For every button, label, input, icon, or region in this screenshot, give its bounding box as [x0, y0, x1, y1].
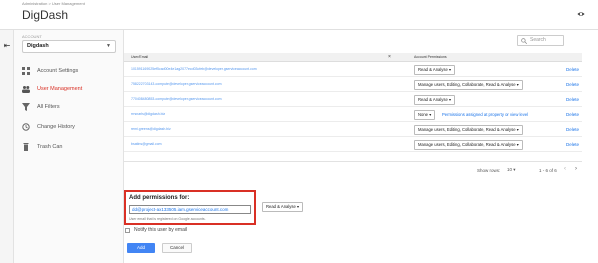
account-select[interactable]: Digdash ▼ [22, 40, 116, 53]
permission-value: None [418, 112, 429, 117]
sidebar-item-label: All Filters [37, 104, 60, 110]
history-icon [22, 123, 30, 131]
pagination-bar: Show rows: 10 ▾ 1 - 6 of 6 ‹ › [124, 161, 582, 178]
chevron-down-icon: ▾ [516, 142, 519, 147]
permission-value: Read & Analyse [266, 204, 296, 209]
user-email[interactable]: bsatins@gmail.com [131, 137, 162, 152]
sidebar: ACCOUNT Digdash ▼ Account Settings User … [14, 30, 124, 263]
cancel-button[interactable]: Cancel [162, 243, 192, 253]
sidebar-item-trash-can[interactable]: Trash Can [22, 140, 122, 154]
column-header-permissions: Account Permissions [414, 55, 447, 59]
permission-value: Read & Analyse [418, 97, 448, 102]
email-field[interactable]: dd@project-ax133505.iam.gserviceaccount.… [129, 205, 251, 214]
prev-page-icon[interactable]: ‹ [564, 166, 566, 172]
permission-value: Manage users, Editing, Collaborate, Read… [418, 142, 516, 147]
table-row: 758222703143-compute@developer.gservicea… [124, 77, 582, 92]
account-label: ACCOUNT [22, 34, 42, 39]
user-email[interactable]: 770408480853-compute@developer.gservicea… [131, 92, 222, 107]
delete-link[interactable]: Delete [566, 92, 579, 107]
page-range: 1 - 6 of 6 [539, 168, 557, 173]
user-email[interactable]: rrrsnarls@digdash.biz [131, 107, 165, 122]
filter-icon [22, 103, 30, 111]
delete-link[interactable]: Delete [566, 137, 579, 152]
notify-label: Notify this user by email [134, 227, 188, 233]
permission-dropdown[interactable]: Read & Analyse ▾ [414, 65, 456, 75]
sidebar-item-label: Trash Can [37, 144, 63, 150]
permission-dropdown[interactable]: Manage users, Editing, Collaborate, Read… [414, 80, 523, 90]
delete-link[interactable]: Delete [566, 62, 579, 77]
sidebar-item-label: User Management [37, 86, 83, 92]
email-hint: User email that is registered on Google … [129, 217, 206, 221]
rows-per-page-value: 10 [507, 167, 513, 172]
permission-value: Manage users, Editing, Collaborate, Read… [418, 127, 516, 132]
table-row: 770408480853-compute@developer.gservicea… [124, 92, 582, 107]
left-strip [0, 30, 14, 263]
permission-dropdown[interactable]: Read & Analyse ▾ [414, 95, 456, 105]
add-permissions-title: Add permissions for: [129, 195, 190, 201]
table-header: User/Email × Account Permissions [124, 53, 582, 62]
sidebar-item-all-filters[interactable]: All Filters [22, 100, 122, 114]
user-email[interactable]: 101591169025ef5cad00e4e1ag2077ecd03cfeb@… [131, 62, 257, 77]
delete-link[interactable]: Delete [566, 77, 579, 92]
chevron-down-icon: ▼ [106, 43, 111, 49]
chevron-down-icon: ▾ [516, 127, 519, 132]
permission-value: Manage users, Editing, Collaborate, Read… [418, 82, 516, 87]
people-icon [22, 86, 30, 93]
chevron-down-icon: ▾ [429, 112, 432, 117]
new-user-permission-dropdown[interactable]: Read & Analyse ▾ [262, 202, 304, 212]
search-icon [521, 38, 527, 44]
close-icon[interactable]: × [388, 53, 391, 62]
user-email[interactable]: 758222703143-compute@developer.gservicea… [131, 77, 222, 92]
search-placeholder: Search [530, 37, 546, 43]
delete-link[interactable]: Delete [566, 122, 579, 137]
main-panel: Search User/Email × Account Permissions … [124, 30, 598, 263]
page-title: DigDash [22, 8, 69, 22]
user-email[interactable]: remi.greens@digdash.biz [131, 122, 171, 137]
back-arrow-icon[interactable]: ⇤ [2, 41, 12, 50]
add-permissions-panel: Add permissions for: dd@project-ax133505… [124, 190, 256, 225]
show-rows-label: Show rows: [477, 168, 501, 173]
delete-link[interactable]: Delete [566, 107, 579, 122]
sidebar-item-account-settings[interactable]: Account Settings [22, 64, 122, 78]
sidebar-item-change-history[interactable]: Change History [22, 120, 122, 134]
chevron-down-icon: ▾ [516, 82, 519, 87]
permission-dropdown[interactable]: Manage users, Editing, Collaborate, Read… [414, 125, 523, 135]
next-page-icon[interactable]: › [575, 166, 577, 172]
chevron-down-icon: ▾ [513, 167, 516, 172]
permission-note: Permissions assigned at property or view… [442, 112, 529, 117]
sidebar-item-user-management[interactable]: User Management [22, 82, 122, 96]
top-bar: Administration > User Management DigDash [0, 0, 598, 30]
grid-icon [22, 67, 30, 75]
search-input[interactable]: Search [517, 35, 564, 46]
chevron-down-icon: ▾ [448, 67, 452, 72]
table-row: remi.greens@digdash.biz Manage users, Ed… [124, 122, 582, 137]
sidebar-item-label: Account Settings [37, 68, 79, 74]
permission-dropdown[interactable]: None ▾ [414, 110, 436, 120]
trash-icon [23, 143, 29, 151]
column-header-email[interactable]: User/Email [131, 53, 148, 62]
chevron-down-icon: ▾ [296, 204, 300, 209]
rows-per-page-select[interactable]: 10 ▾ [507, 167, 516, 173]
table-row: rrrsnarls@digdash.biz None ▾ Permissions… [124, 107, 582, 122]
notify-option[interactable]: Notify this user by email [125, 227, 187, 233]
add-button[interactable]: Add [127, 243, 155, 253]
notify-checkbox[interactable] [125, 227, 130, 233]
account-select-value: Digdash [27, 43, 49, 49]
permission-dropdown[interactable]: Manage users, Editing, Collaborate, Read… [414, 140, 523, 150]
eye-icon[interactable] [577, 10, 585, 18]
table-row: 101591169025ef5cad00e4e1ag2077ecd03cfeb@… [124, 62, 582, 77]
chevron-down-icon: ▾ [448, 97, 452, 102]
permission-value: Read & Analyse [418, 67, 448, 72]
table-row: bsatins@gmail.com Manage users, Editing,… [124, 137, 582, 152]
breadcrumb[interactable]: Administration > User Management [22, 1, 85, 6]
sidebar-item-label: Change History [37, 124, 75, 130]
